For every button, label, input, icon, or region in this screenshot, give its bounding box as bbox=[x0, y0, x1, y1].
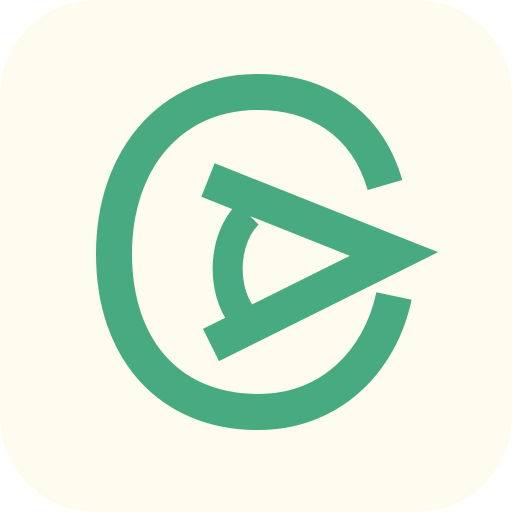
app-logo-icon bbox=[0, 0, 512, 512]
app-icon bbox=[0, 0, 512, 512]
